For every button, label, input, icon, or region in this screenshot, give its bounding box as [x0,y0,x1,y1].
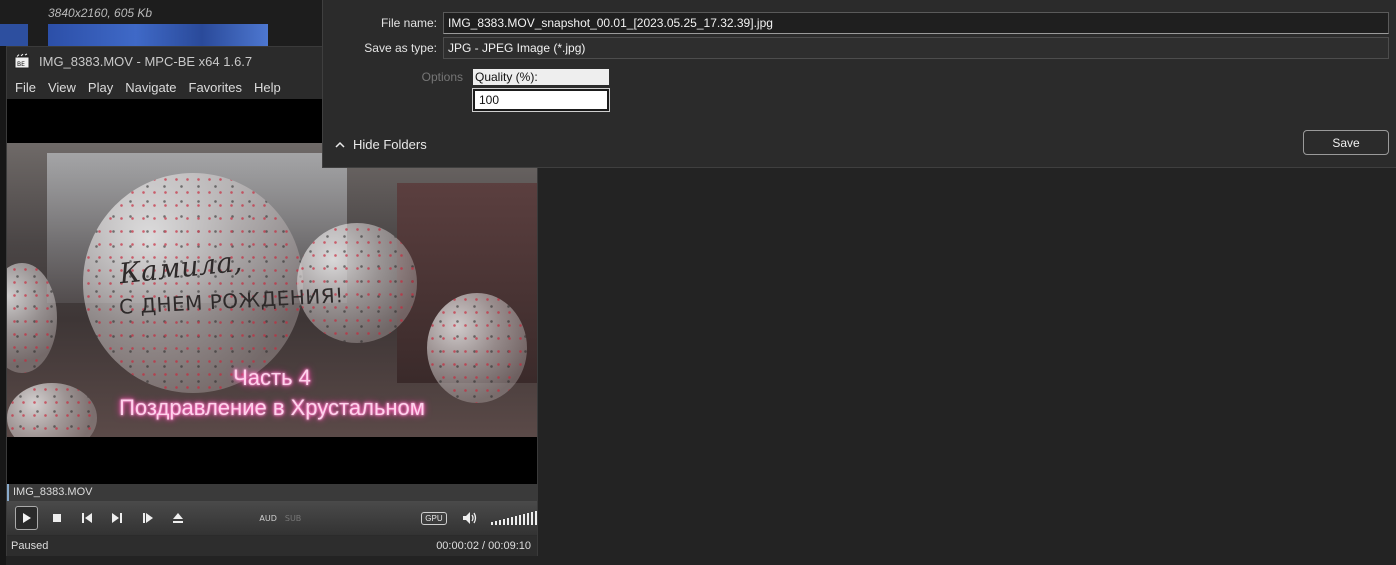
mpc-be-app-icon: BE [13,52,31,70]
desktop-thumbnail-left [0,24,28,46]
hide-folders-button[interactable]: Hide Folders [335,137,427,152]
balloon-right [297,223,417,343]
file-name-label: File name: [380,16,437,30]
playback-state: Paused [11,540,49,552]
volume-slider[interactable] [491,511,538,525]
menu-file[interactable]: File [9,80,42,95]
mute-button[interactable] [459,506,481,530]
file-name-input[interactable]: IMG_8383.MOV_snapshot_00.01_[2023.05.25_… [443,12,1389,34]
chevron-up-icon [335,137,345,152]
frame-step-button[interactable] [137,506,159,530]
video-caption-part: Часть 4 [233,365,311,390]
quality-input[interactable]: 100 [472,88,610,112]
player-title: IMG_8383.MOV - MPC-BE x64 1.6.7 [39,53,253,69]
next-button[interactable] [106,506,128,530]
save-type-label: Save as type: [364,41,437,55]
current-file-name: IMG_8383.MOV [7,484,537,501]
skip-forward-icon [112,513,123,523]
stop-icon [52,514,61,522]
balloon-main [83,173,303,393]
desktop-file-info: 3840x2160, 605 Kb [48,6,153,20]
eject-button[interactable] [167,506,189,530]
eject-icon [173,513,184,523]
svg-text:BE: BE [17,61,25,68]
speaker-icon [462,512,476,524]
video-caption-title: Поздравление в Хрустальном [119,395,425,420]
playback-time: 00:00:02 / 00:09:10 [436,540,531,552]
quality-label: Quality (%): [473,69,609,85]
gpu-indicator[interactable]: GPU [421,511,447,525]
menu-navigate[interactable]: Navigate [119,80,182,95]
save-type-select[interactable]: JPG - JPEG Image (*.jpg) [443,37,1389,59]
options-label: Options [421,70,463,84]
player-statusbar: Paused 00:00:02 / 00:09:10 [7,536,537,556]
skip-back-icon [82,513,93,523]
player-controls: AUD SUB GPU [7,501,538,535]
menu-play[interactable]: Play [82,80,119,95]
menu-help[interactable]: Help [248,80,287,95]
video-frame: Камила, С ДНЕМ РОЖДЕНИЯ! Часть 4 Поздрав… [7,143,537,437]
stop-button[interactable] [46,506,68,530]
hide-folders-label: Hide Folders [353,137,427,152]
menu-favorites[interactable]: Favorites [183,80,248,95]
play-button[interactable] [15,506,38,530]
menu-view[interactable]: View [42,80,82,95]
play-icon [23,513,32,523]
desktop-thumbnail [48,24,268,46]
save-dialog: File name: IMG_8383.MOV_snapshot_00.01_[… [322,0,1396,168]
previous-button[interactable] [76,506,98,530]
subtitle-track-button[interactable]: SUB [285,514,301,523]
audio-track-button[interactable]: AUD [259,514,277,523]
save-button[interactable]: Save [1303,130,1389,155]
frame-step-icon [142,513,153,523]
